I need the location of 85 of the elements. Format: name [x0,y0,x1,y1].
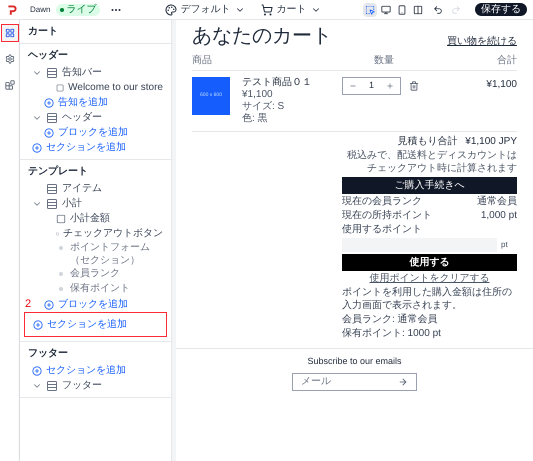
line-total: ¥1,100 [486,78,517,92]
add-icon [44,128,54,138]
quantity-stepper[interactable]: 1 [342,77,402,95]
inspector-view-button[interactable] [363,2,377,16]
estimated-total-label: 見積もり合計 [397,136,458,148]
add-icon [33,320,43,330]
points-label: 現在の所持ポイント [342,210,432,222]
member-rank: 会員ランク: 通常会員 [342,314,439,326]
desktop-icon [381,4,391,14]
mobile-icon [397,4,407,14]
email-input[interactable]: メール [301,374,398,389]
product-price: ¥1,100 [242,89,274,101]
apps-icon [4,80,14,90]
group-heading: フッター [28,347,69,361]
undo-icon[interactable] [433,4,443,14]
template-dropdown[interactable]: デフォルト [164,2,245,17]
product-option: サイズ: S [242,101,342,113]
newsletter-title: Subscribe to our emails [307,355,402,368]
section-item[interactable]: アイテム [62,181,102,196]
sections-tab[interactable] [0,24,18,42]
logo-icon [6,4,18,16]
save-button[interactable]: 保存する [475,3,527,16]
section-item[interactable]: フッター [62,378,102,393]
product-name[interactable]: テスト商品０１ [242,77,342,89]
status-badge: ライブ [56,4,100,16]
points-value: 通常会員 [477,196,517,208]
points-label: 現在の会員ランク [342,196,422,208]
sections-icon [4,28,14,38]
apply-points-button[interactable]: 使用する [342,254,517,271]
quantity-value: 1 [369,79,374,92]
points-value: 1,000 pt [480,210,517,222]
email-field[interactable]: メール [292,372,417,390]
submit-arrow-icon[interactable] [398,376,408,386]
use-points-label: 使用するポイント [342,224,423,236]
section-icon [46,112,58,124]
section-item[interactable]: 告知バー [62,65,102,80]
block-item[interactable]: Welcome to our store [68,80,163,95]
add-link[interactable]: セクションを追加 [46,140,126,155]
group-heading: ヘッダー [28,48,69,63]
column-header: 数量 [373,54,395,68]
group-heading: テンプレート [28,164,89,179]
section-icon [46,182,58,194]
add-icon [44,300,54,310]
block-icon [56,82,64,92]
held-points: 保有ポイント: 1000 pt [342,328,442,340]
inspector-icon [365,4,375,14]
block-item[interactable]: チェックアウトボタン [63,226,163,241]
sidebar-title: カート [20,20,171,44]
add-link[interactable]: ブロックを追加 [58,125,128,140]
column-header: 合計 [497,54,517,68]
cart-title: あなたのカート [192,24,332,49]
annotation-number: 2 [25,299,32,310]
add-icon [32,142,42,152]
add-link[interactable]: セクションを追加 [46,363,126,378]
block-item[interactable]: ポイントフォーム（セクション） [70,241,163,267]
points-notice: ポイントを利用した購入金額は住所の入力画面で表示されます。 [342,287,513,312]
theme-name: Dawn [30,4,50,16]
add-icon [32,366,42,376]
section-icon [46,66,58,78]
product-option: 色: 黒 [242,113,342,125]
tax-note: 税込みで、配送料とディスカウントはチェックアウト時に計算されます [346,150,517,175]
block-item[interactable]: 保有ポイント [70,282,130,295]
add-icon [44,98,54,108]
section-icon [46,380,58,392]
clear-points-link[interactable]: 使用ポイントをクリアする [342,273,517,285]
checkout-button[interactable]: ご購入手続きへ [342,177,517,194]
columns-icon [413,4,423,14]
column-header: 商品 [192,54,213,68]
delete-icon[interactable] [409,81,420,91]
section-icon [46,198,58,210]
cart-icon [260,4,273,16]
add-link[interactable]: セクションを追加 [47,317,127,332]
add-link[interactable]: 告知を追加 [58,95,108,110]
continue-shopping-link[interactable]: 買い物を続ける [447,34,517,49]
add-link[interactable]: ブロックを追加 [58,297,128,312]
points-unit: pt [501,239,509,251]
block-item[interactable]: 会員ランク [70,267,120,280]
settings-icon [4,54,14,64]
estimated-total: ¥1,100 JPY [465,136,517,148]
plus-icon [386,82,394,90]
palette-icon [164,4,177,16]
page-dropdown[interactable]: カート [260,2,321,17]
section-item[interactable]: ヘッダー [62,110,102,125]
block-item[interactable]: 小計金額 [70,211,110,226]
section-item[interactable]: 小計 [62,196,82,211]
